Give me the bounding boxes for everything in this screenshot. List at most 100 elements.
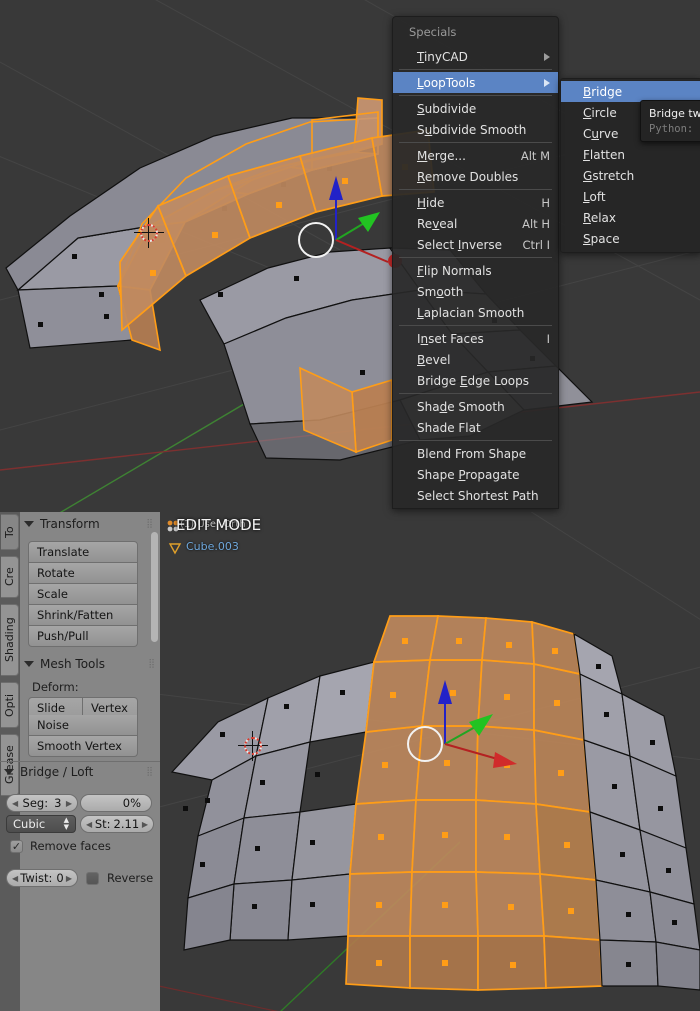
menu-item-label: Flip Normals: [417, 263, 492, 278]
push-pull-button[interactable]: Push/Pull: [28, 626, 138, 647]
mesh-tools-button-group: Noise Smooth Vertex: [28, 715, 138, 757]
menu-item-select-inverse[interactable]: Select Inverse Ctrl I: [393, 234, 558, 255]
bridge-loft-panel: Bridge / Loft ⣿ ◀ Seg: 3 ▶ 0% Cubic ▲ ▼ ◀…: [0, 761, 160, 887]
transform-manipulator-bottom[interactable]: [385, 674, 517, 794]
menu-item-space[interactable]: Space: [561, 228, 700, 249]
segments-label: Seg:: [22, 796, 49, 810]
smooth-vertex-button[interactable]: Smooth Vertex: [28, 736, 138, 757]
menu-item-shortcut: H: [541, 195, 550, 210]
specials-menu-groups: TinyCAD LoopTools Subdivide Subdivide Smoot…: [393, 46, 558, 506]
chevron-updown-icon: ▲ ▼: [63, 816, 69, 831]
menu-item-looptools[interactable]: LoopTools: [393, 72, 558, 93]
menu-item-flatten[interactable]: Flatten: [561, 144, 700, 165]
collapse-triangle-icon[interactable]: [24, 661, 34, 667]
tab-options[interactable]: Opti: [1, 682, 19, 728]
segments-field[interactable]: ◀ Seg: 3 ▶: [6, 794, 78, 812]
menu-item-laplacian-smooth[interactable]: Laplacian Smooth: [393, 302, 558, 323]
menu-item-inset-faces[interactable]: Inset Faces I: [393, 328, 558, 349]
menu-item-label: Bridge Edge Loops: [417, 373, 529, 388]
tab-create[interactable]: Cre: [1, 556, 19, 598]
mesh-tools-panel-title: Mesh Tools: [40, 657, 105, 671]
menu-item-shape-propagate[interactable]: Shape Propagate: [393, 464, 558, 485]
menu-item-loft[interactable]: Loft: [561, 186, 700, 207]
viewport-bottom[interactable]: [160, 512, 700, 1011]
menu-item-label: Smooth: [417, 284, 464, 299]
menu-item-hide[interactable]: Hide H: [393, 192, 558, 213]
menu-item-relax[interactable]: Relax: [561, 207, 700, 228]
menu-item-label: Select Inverse: [417, 237, 503, 252]
menu-item-bridge[interactable]: Bridge: [561, 81, 700, 102]
tab-create-label: Cre: [3, 567, 16, 587]
menu-item-blend-from-shape[interactable]: Blend From Shape: [393, 443, 558, 464]
translate-button[interactable]: Translate: [28, 541, 138, 563]
menu-item-subdivide[interactable]: Subdivide: [393, 98, 558, 119]
reverse-checkbox[interactable]: [86, 871, 99, 885]
remove-faces-checkbox[interactable]: ✓: [10, 839, 23, 853]
decrement-arrow-icon[interactable]: ◀: [12, 799, 18, 808]
tooltip-python-text: Python:: [649, 123, 694, 135]
menu-item-label: Shade Flat: [417, 420, 481, 435]
menu-item-tinycad[interactable]: TinyCAD: [393, 46, 558, 67]
menu-item-remove-doubles[interactable]: Remove Doubles: [393, 166, 558, 187]
transform-panel-title: Transform: [40, 517, 100, 531]
menu-item-shortcut: I: [546, 331, 550, 346]
collapse-triangle-icon[interactable]: [4, 769, 14, 775]
menu-item-shade-smooth[interactable]: Shade Smooth: [393, 396, 558, 417]
noise-button[interactable]: Noise: [28, 715, 138, 736]
decrement-arrow-icon[interactable]: ◀: [86, 820, 92, 829]
scale-button[interactable]: Scale: [28, 584, 138, 605]
menu-item-label: Flatten: [583, 147, 625, 162]
shrink-fatten-button[interactable]: Shrink/Fatten: [28, 605, 138, 626]
increment-arrow-icon[interactable]: ▶: [66, 874, 72, 883]
panel-grip-icon: ⣿: [148, 658, 156, 669]
interpolation-dropdown[interactable]: Cubic ▲ ▼: [6, 815, 76, 833]
transform-manipulator-top[interactable]: [276, 170, 402, 290]
collapse-triangle-icon[interactable]: [24, 521, 34, 527]
strength-value: 2.11: [113, 817, 140, 831]
tools-panel-scrollbar[interactable]: [151, 532, 158, 642]
menu-separator: [399, 440, 552, 441]
rotate-button[interactable]: Rotate: [28, 563, 138, 584]
twist-reverse-row: ◀ Twist: 0 ▶ Reverse: [6, 869, 156, 887]
menu-item-label: Space: [583, 231, 620, 246]
transform-button-group: Translate Rotate Scale Shrink/Fatten Pus…: [28, 541, 138, 647]
deform-label: Deform:: [32, 680, 79, 694]
strength-field[interactable]: ◀ St: 2.11 ▶: [80, 815, 154, 833]
specials-menu-title: Specials: [409, 25, 457, 39]
chevron-right-icon: [544, 52, 550, 61]
increment-arrow-icon[interactable]: ▶: [66, 799, 72, 808]
percent-field[interactable]: 0%: [80, 794, 152, 812]
tools-panel: To Cre Shading Opti Grease Transform ⣿ T…: [0, 512, 160, 1011]
panel-grip-icon: ⣿: [146, 518, 154, 529]
remove-faces-row[interactable]: ✓ Remove faces: [10, 839, 111, 853]
tab-tools[interactable]: To: [1, 514, 19, 550]
increment-arrow-icon[interactable]: ▶: [142, 820, 148, 829]
menu-item-smooth[interactable]: Smooth: [393, 281, 558, 302]
menu-item-label: TinyCAD: [417, 49, 468, 64]
panel-grip-icon: ⣿: [146, 766, 154, 777]
decrement-arrow-icon[interactable]: ◀: [12, 874, 18, 883]
menu-item-select-shortest-path[interactable]: Select Shortest Path: [393, 485, 558, 506]
specials-menu[interactable]: Specials TinyCAD LoopTools Subdivide Subdiv…: [392, 16, 559, 509]
menu-item-flip-normals[interactable]: Flip Normals: [393, 260, 558, 281]
menu-item-bridge-edge-loops[interactable]: Bridge Edge Loops: [393, 370, 558, 391]
twist-field[interactable]: ◀ Twist: 0 ▶: [6, 869, 78, 887]
remove-faces-label: Remove faces: [30, 839, 111, 853]
manipulator-axes-icon: [438, 680, 517, 768]
chevron-right-icon: [544, 78, 550, 87]
viewport-top[interactable]: [0, 0, 700, 512]
mesh-tools-panel-header[interactable]: Mesh Tools ⣿: [20, 654, 160, 674]
menu-item-subdivide-smooth[interactable]: Subdivide Smooth: [393, 119, 558, 140]
tooltip-main-text: Bridge tw: [649, 107, 700, 120]
transform-panel-header[interactable]: Transform ⣿: [20, 512, 160, 534]
menu-item-reveal[interactable]: Reveal Alt H: [393, 213, 558, 234]
menu-item-merge[interactable]: Merge... Alt M: [393, 145, 558, 166]
menu-item-shade-flat[interactable]: Shade Flat: [393, 417, 558, 438]
menu-item-bevel[interactable]: Bevel: [393, 349, 558, 370]
bridge-loft-panel-header[interactable]: Bridge / Loft ⣿: [0, 761, 160, 782]
3d-cursor-top: [134, 218, 164, 248]
menu-item-gstretch[interactable]: Gstretch: [561, 165, 700, 186]
tab-shading[interactable]: Shading: [1, 604, 19, 676]
tools-scroll-region[interactable]: Transform ⣿ Translate Rotate Scale Shrin…: [20, 512, 160, 757]
menu-item-label: Select Shortest Path: [417, 488, 539, 503]
